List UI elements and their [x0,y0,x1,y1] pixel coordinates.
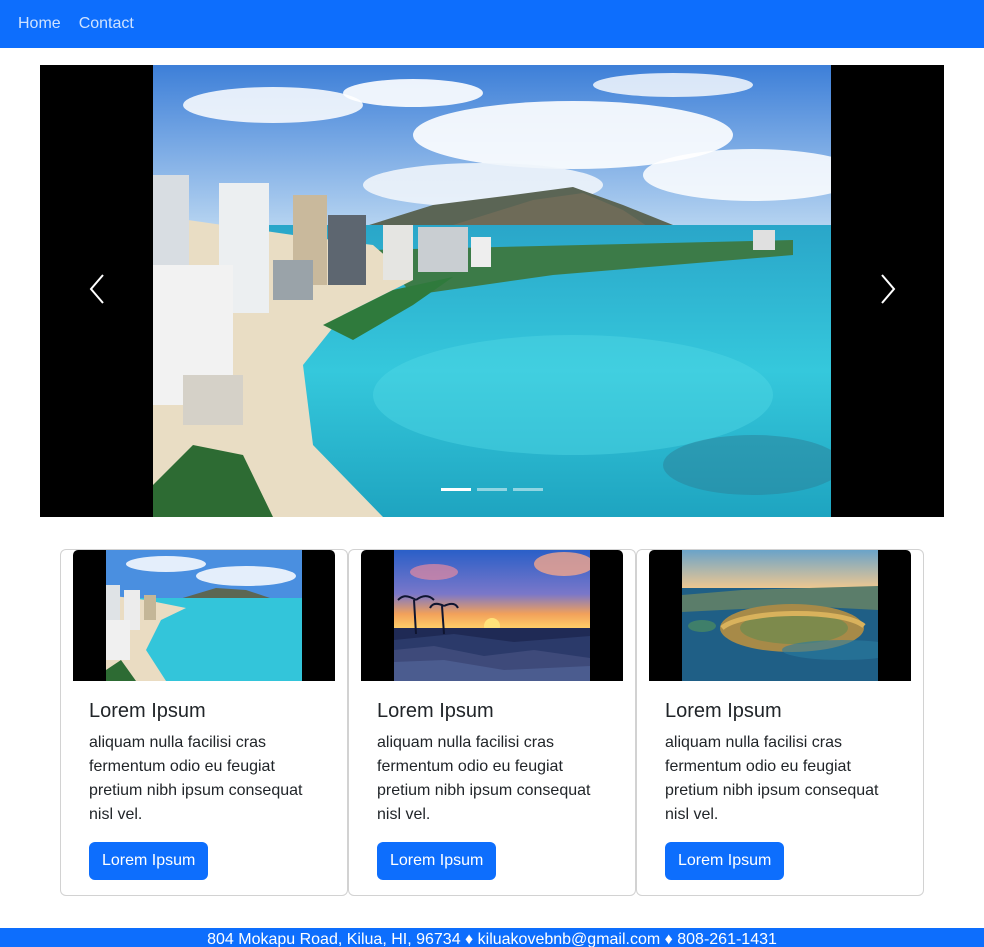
hero-carousel [40,65,944,517]
card-row: Lorem Ipsum aliquam nulla facilisi cras … [60,549,924,896]
carousel-indicator-3[interactable] [513,488,543,491]
footer: 804 Mokapu Road, Kilua, HI, 96734 ♦ kilu… [0,928,984,947]
card-image [649,550,911,681]
carousel-indicator-2[interactable] [477,488,507,491]
card-text: aliquam nulla facilisi cras fermentum od… [377,734,591,823]
card-title: Lorem Ipsum [89,700,206,722]
card-title: Lorem Ipsum [665,700,782,722]
card: Lorem Ipsum aliquam nulla facilisi cras … [636,549,924,896]
carousel-prev-button[interactable] [40,65,153,517]
card-title: Lorem Ipsum [377,700,494,722]
carousel-indicators [40,488,944,491]
nav-link-home[interactable]: Home [18,15,61,33]
carousel-indicator-1[interactable] [441,488,471,491]
card-text: aliquam nulla facilisi cras fermentum od… [665,734,879,823]
card-button[interactable]: Lorem Ipsum [665,842,785,880]
card: Lorem Ipsum aliquam nulla facilisi cras … [348,549,636,896]
navbar: Home Contact [0,0,984,48]
card-image [361,550,623,681]
card-button[interactable]: Lorem Ipsum [89,842,209,880]
footer-contact-text: 804 Mokapu Road, Kilua, HI, 96734 ♦ kilu… [207,931,777,947]
card-image [73,550,335,681]
card: Lorem Ipsum aliquam nulla facilisi cras … [60,549,348,896]
card-text: aliquam nulla facilisi cras fermentum od… [89,734,303,823]
chevron-right-icon [880,273,896,309]
nav-link-contact[interactable]: Contact [79,15,134,33]
carousel-slide-image [153,65,831,517]
carousel-next-button[interactable] [831,65,944,517]
chevron-left-icon [89,273,105,309]
card-button[interactable]: Lorem Ipsum [377,842,497,880]
